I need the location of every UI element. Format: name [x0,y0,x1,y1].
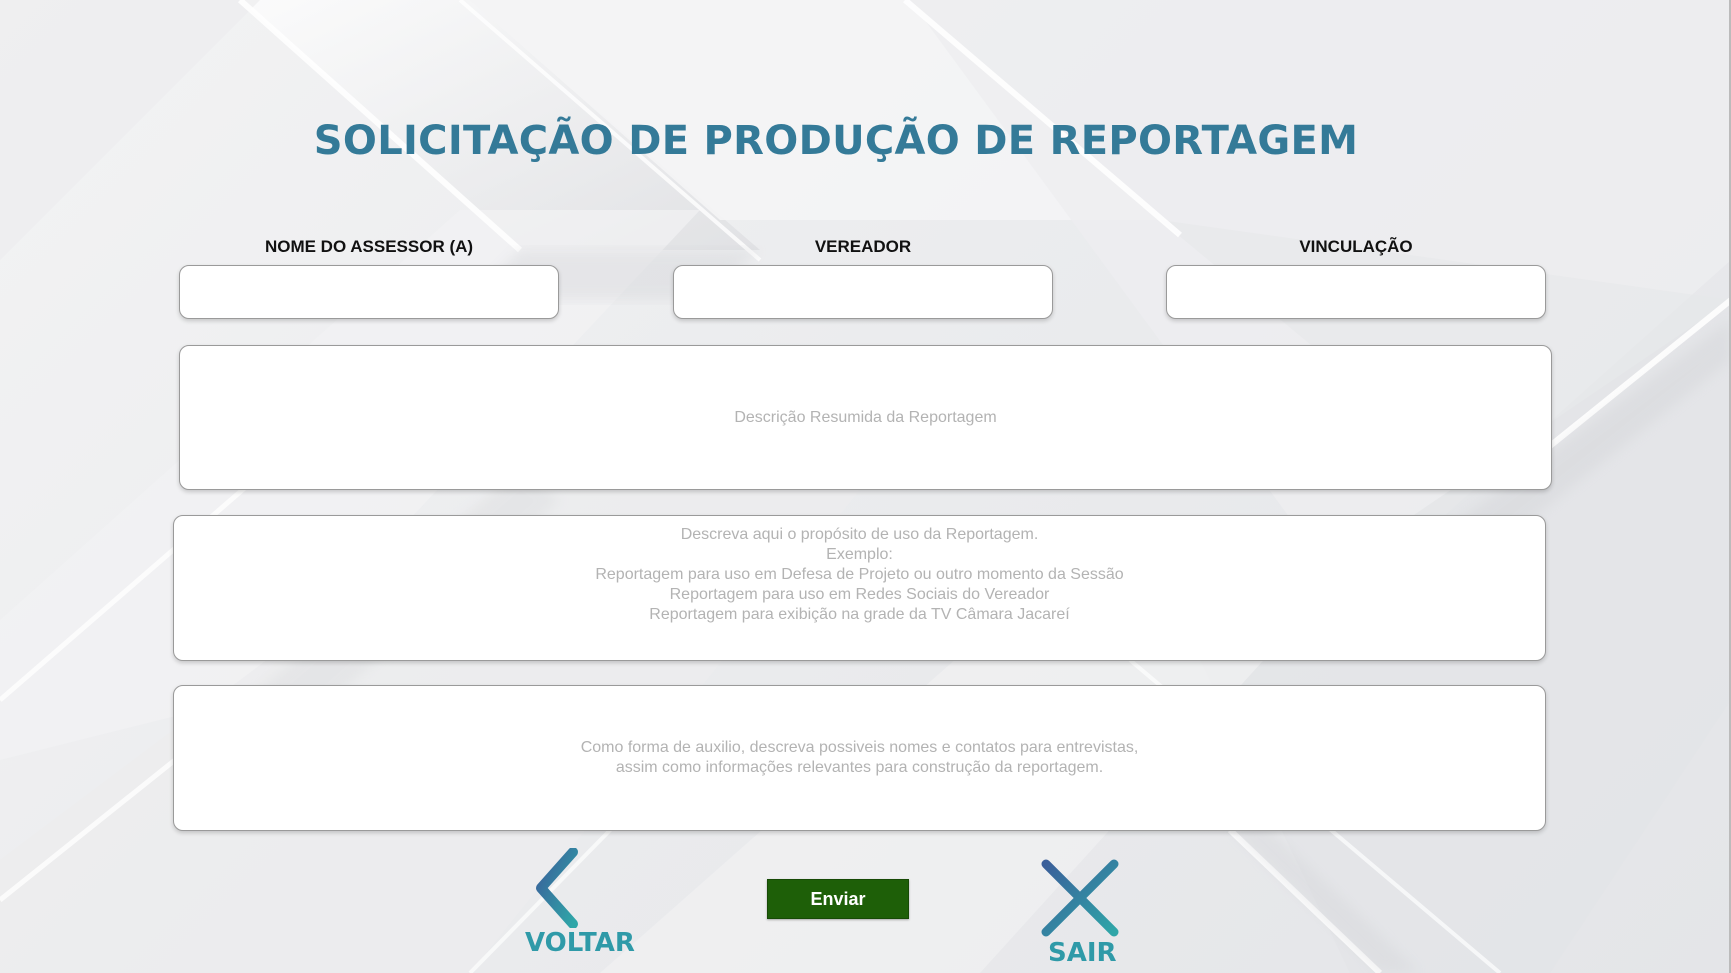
proposito-placeholder-line: Reportagem para uso em Defesa de Projeto… [595,566,1124,583]
sair-button[interactable]: SAIR [1040,858,1130,968]
proposito-placeholder-line: Descreva aqui o propósito de uso da Repo… [680,526,1039,543]
vereador-input[interactable] [673,265,1053,319]
contatos-placeholder-line: assim como informações relevantes para c… [615,759,1104,776]
vinculacao-input[interactable] [1166,265,1546,319]
vinculacao-label: VINCULAÇÃO [1299,237,1413,256]
enviar-button[interactable]: Enviar [767,879,909,919]
proposito-placeholder-line: Reportagem para exibição na grade da TV … [649,606,1070,623]
page-title: SOLICITAÇÃO DE PRODUÇÃO DE REPORTAGEM [313,118,1359,164]
assessor-input[interactable] [179,265,559,319]
assessor-label: NOME DO ASSESSOR (A) [264,237,474,256]
vereador-label: VEREADOR [814,237,912,256]
descricao-textarea[interactable]: Descrição Resumida da Reportagem [179,345,1552,490]
voltar-button[interactable]: VOLTAR [520,848,635,958]
close-icon [1041,859,1119,937]
sair-label: SAIR [1048,938,1117,968]
voltar-label: VOLTAR [525,928,635,958]
contatos-placeholder-line: Como forma de auxilio, descreva possivei… [580,739,1139,756]
descricao-placeholder: Descrição Resumida da Reportagem [734,408,997,426]
proposito-placeholder-line: Exemplo: [826,546,893,563]
proposito-textarea[interactable]: Descreva aqui o propósito de uso da Repo… [173,515,1546,661]
proposito-placeholder-line: Reportagem para uso em Redes Sociais do … [669,586,1050,603]
contatos-textarea[interactable]: Como forma de auxilio, descreva possivei… [173,685,1546,831]
chevron-left-icon [536,848,578,928]
